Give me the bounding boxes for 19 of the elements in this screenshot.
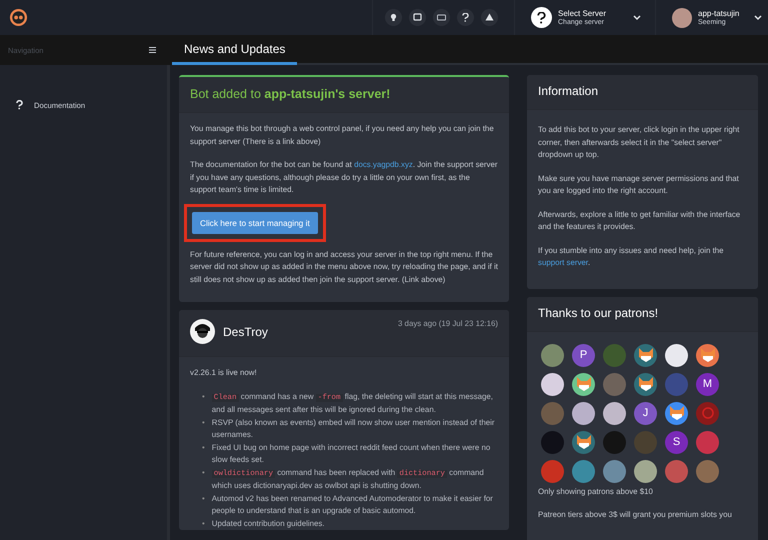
- chevron-down-icon: [754, 14, 762, 20]
- help-icon[interactable]: [462, 13, 469, 22]
- server-select-title: Select Server: [558, 8, 606, 18]
- author-name: DesTroy: [223, 324, 268, 338]
- letter-avatar: M: [696, 372, 719, 396]
- logo-icon[interactable]: [9, 8, 28, 27]
- chevron-down-icon: [633, 14, 641, 20]
- help-icon: [16, 100, 23, 110]
- username: app-tatsujin: [698, 8, 740, 18]
- help-icon: [537, 12, 546, 24]
- letter-avatar: P: [572, 344, 595, 366]
- avatar-photo: [672, 8, 692, 28]
- card-title: Thanks to our patrons!: [527, 296, 758, 332]
- menu-icon[interactable]: [149, 47, 156, 53]
- letter-avatar: J: [634, 402, 657, 424]
- avatar-silhouette: [190, 319, 215, 344]
- letter-avatar: S: [665, 430, 688, 454]
- card-title: Information: [527, 75, 758, 110]
- card-title: Bot added to app-tatsujin's server!: [179, 77, 509, 113]
